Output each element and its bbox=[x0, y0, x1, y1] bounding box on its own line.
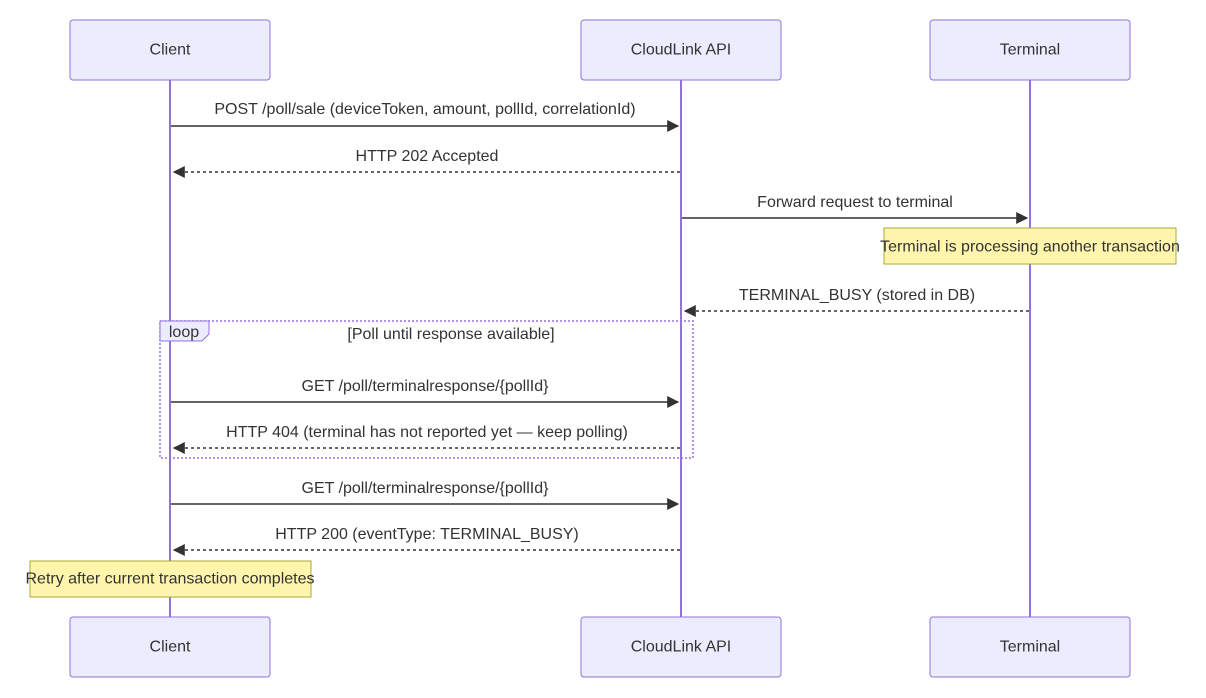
note-retry: Retry after current transaction complete… bbox=[25, 560, 315, 598]
actor-label: Client bbox=[150, 639, 191, 656]
actor-terminal-bottom: Terminal bbox=[929, 616, 1131, 678]
actor-client-bottom: Client bbox=[69, 616, 271, 678]
actor-label: Terminal bbox=[1000, 639, 1060, 656]
actor-label: CloudLink API bbox=[631, 639, 732, 656]
message-label: Forward request to terminal bbox=[757, 194, 953, 211]
actor-cloudlink-api-top: CloudLink API bbox=[580, 19, 782, 81]
sequence-diagram: Client CloudLink API Terminal POST /poll… bbox=[25, 19, 1180, 678]
loop-condition: [Poll until response available] bbox=[347, 326, 554, 343]
loop-keyword: loop bbox=[169, 324, 199, 341]
message-label: HTTP 200 (eventType: TERMINAL_BUSY) bbox=[275, 526, 579, 543]
message-label: POST /poll/sale (deviceToken, amount, po… bbox=[214, 101, 635, 118]
message-label: HTTP 404 (terminal has not reported yet … bbox=[226, 424, 628, 441]
actor-terminal-top: Terminal bbox=[929, 19, 1131, 81]
message-label: GET /poll/terminalresponse/{pollId} bbox=[302, 480, 550, 497]
note-text: Retry after current transaction complete… bbox=[25, 571, 314, 588]
actor-client-top: Client bbox=[69, 19, 271, 81]
message-label: GET /poll/terminalresponse/{pollId} bbox=[302, 378, 550, 395]
note-terminal-busy: Terminal is processing another transacti… bbox=[880, 227, 1180, 265]
actor-label: Client bbox=[150, 42, 191, 59]
message-label: TERMINAL_BUSY (stored in DB) bbox=[739, 287, 975, 304]
note-text: Terminal is processing another transacti… bbox=[880, 239, 1180, 256]
message-label: HTTP 202 Accepted bbox=[356, 148, 499, 165]
actor-label: CloudLink API bbox=[631, 42, 732, 59]
actor-cloudlink-api-bottom: CloudLink API bbox=[580, 616, 782, 678]
actor-label: Terminal bbox=[1000, 42, 1060, 59]
